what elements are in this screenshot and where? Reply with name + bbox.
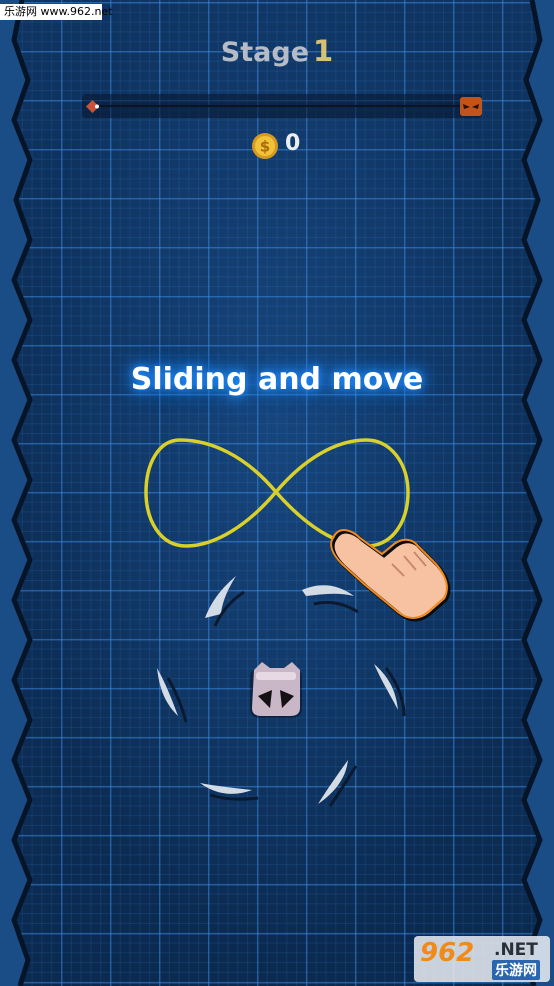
player-icon[interactable]	[250, 662, 302, 718]
watermark-bottom-right: 962 .NET 乐游网	[414, 936, 550, 982]
blade-3	[157, 668, 188, 723]
tutorial-scene	[144, 438, 451, 807]
blade-6	[318, 760, 358, 807]
blade-5	[200, 783, 259, 801]
watermark-top-left: 乐游网 www.962.net	[0, 4, 113, 20]
game-canvas[interactable]: Stage 1 $ 0 Sliding and move 乐游网 www.962…	[0, 0, 554, 986]
watermark-brand: 962	[420, 938, 475, 968]
watermark-suffix: .NET	[494, 940, 538, 960]
blade-4	[374, 664, 406, 717]
blade-1	[205, 576, 245, 627]
blade-2	[302, 585, 359, 614]
watermark-chinese: 乐游网	[492, 960, 540, 980]
infinity-path	[144, 438, 410, 548]
